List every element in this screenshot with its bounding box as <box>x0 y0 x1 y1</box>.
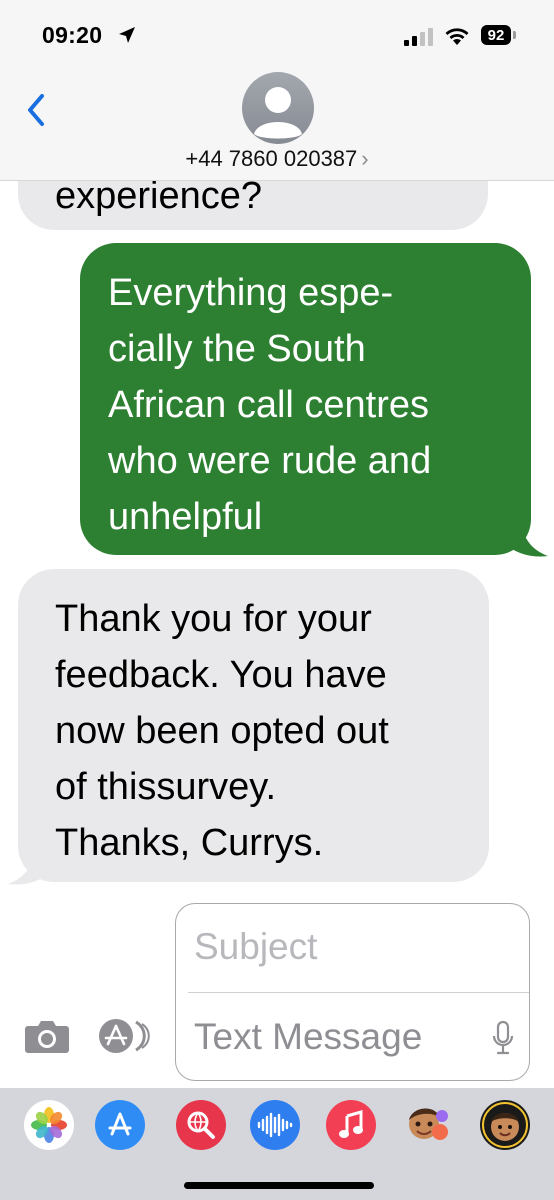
contact-name: +44 7860 020387 <box>185 146 358 171</box>
conversation-header: 09:20 92 +44 7860 020387 › <box>0 0 554 181</box>
app-store-button[interactable] <box>96 1018 154 1054</box>
message-text: of thissurvey. <box>55 766 277 808</box>
audio-message-icon[interactable] <box>250 1100 300 1150</box>
camera-button[interactable] <box>24 1018 70 1054</box>
battery-tip <box>513 31 516 39</box>
wifi-icon <box>445 28 469 45</box>
home-indicator[interactable] <box>184 1182 374 1189</box>
location-arrow-icon <box>119 27 135 43</box>
battery-level: 92 <box>487 26 505 44</box>
memoji-icon[interactable] <box>402 1100 452 1150</box>
back-button[interactable] <box>22 90 52 130</box>
message-text: African call centres <box>108 384 430 426</box>
globe-search-icon <box>187 1111 215 1139</box>
compose-box: Subject Text Message <box>175 903 530 1081</box>
images-search-icon[interactable] <box>176 1100 226 1150</box>
subject-input[interactable]: Subject <box>194 926 317 968</box>
app-store-glyph-icon <box>108 1112 132 1136</box>
message-text: unhelpful <box>108 496 263 538</box>
music-note-icon <box>339 1110 363 1138</box>
status-time: 09:20 <box>42 22 103 48</box>
photos-icon[interactable] <box>24 1100 74 1150</box>
cellular-signal-icon <box>404 28 433 46</box>
microphone-icon[interactable] <box>492 1020 514 1056</box>
message-text: feedback. You have <box>55 654 387 696</box>
message-text: who were rude and <box>108 440 432 482</box>
message-text: Everything espe- <box>108 272 394 314</box>
compose-divider <box>188 992 529 993</box>
music-icon[interactable] <box>326 1100 376 1150</box>
memoji-face-icon <box>409 1108 448 1140</box>
app-store-icon[interactable] <box>95 1100 145 1150</box>
bubble-tail-incoming <box>8 848 46 885</box>
photos-flower-icon <box>31 1107 67 1143</box>
message-text: Thanks, Currys. <box>55 822 324 864</box>
contact-avatar[interactable] <box>242 72 314 144</box>
memoji-sticker-face-icon <box>482 1102 528 1148</box>
chevron-right-icon: › <box>361 146 369 171</box>
message-bubble-outgoing[interactable]: Everything espe- cially the South Africa… <box>80 243 531 555</box>
message-text: cially the South <box>108 328 366 370</box>
message-bubble-incoming[interactable]: Thank you for your feedback. You have no… <box>18 569 489 882</box>
waveform-icon <box>257 1112 293 1138</box>
person-silhouette-icon <box>254 87 302 139</box>
contact-details-button[interactable]: +44 7860 020387 › <box>0 146 554 172</box>
memoji-stickers-icon[interactable] <box>480 1100 530 1150</box>
message-text: Thank you for your <box>55 598 372 640</box>
bubble-tail-outgoing <box>510 520 548 557</box>
battery-indicator: 92 <box>481 25 511 45</box>
message-input[interactable]: Text Message <box>194 1016 422 1058</box>
message-text: now been opted out <box>55 710 389 752</box>
